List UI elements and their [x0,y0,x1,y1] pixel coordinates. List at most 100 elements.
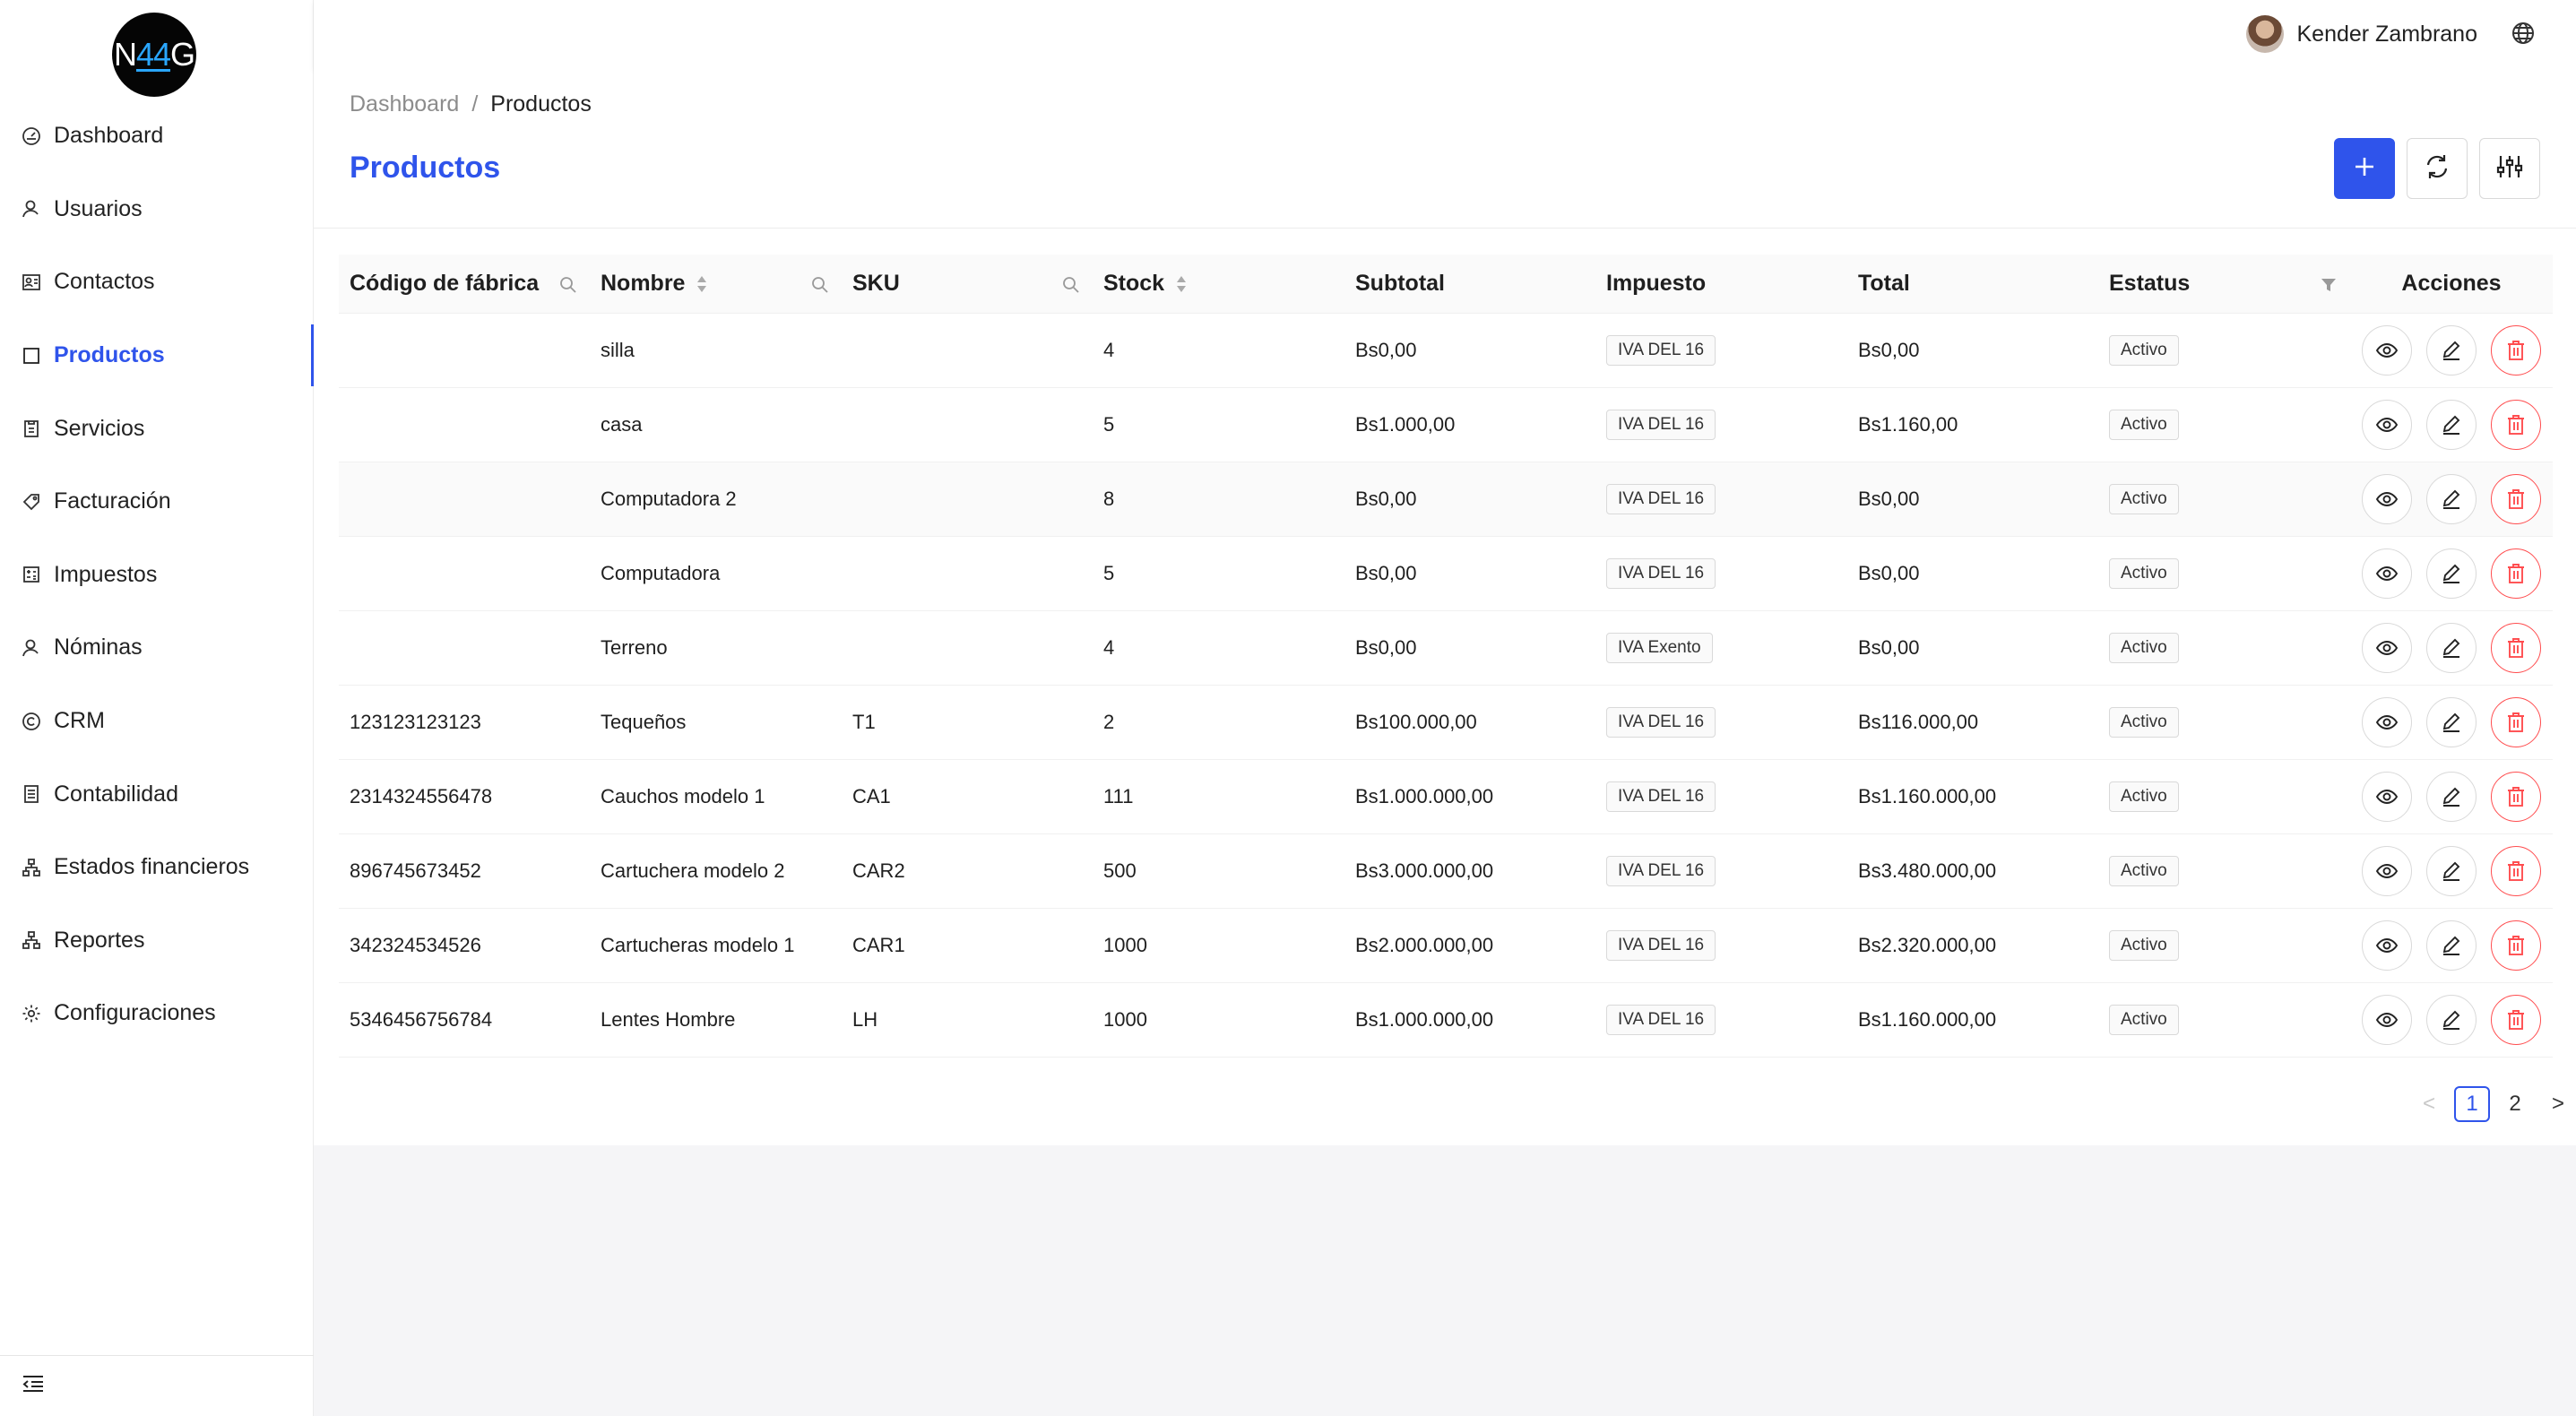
search-icon[interactable] [811,274,829,300]
cell-nombre: silla [601,339,635,361]
sidebar-item-reportes[interactable]: Reportes [0,904,314,978]
avatar [2246,15,2285,53]
row-actions [2362,623,2541,673]
trash-icon [2505,785,2527,808]
cell-stock: 5 [1103,413,1115,436]
delete-button[interactable] [2491,400,2541,450]
sidebar-item-contactos[interactable]: Contactos [0,246,314,319]
cell-total: Bs2.320.000,00 [1858,934,1997,956]
logo[interactable]: N 44 G [112,13,196,97]
cell-subtotal: Bs0,00 [1355,636,1417,659]
table-body: silla 4 Bs0,00 IVA DEL 16 Bs0,00 Activo casa 5 B… [339,314,2553,1058]
delete-button[interactable] [2491,697,2541,747]
view-button[interactable] [2362,325,2412,376]
edit-button[interactable] [2426,995,2477,1045]
delete-button[interactable] [2491,548,2541,599]
cluster-icon [22,858,41,877]
table-row: 2314324556478 Cauchos modelo 1 CA1 111 Bs1.0… [339,760,2553,834]
cell-codigo [339,611,590,686]
delete-button[interactable] [2491,474,2541,524]
filter-icon[interactable] [2320,274,2338,300]
edit-button[interactable] [2426,772,2477,822]
cell-impuesto: IVA DEL 16 [1595,462,1847,537]
cell-nombre: Cauchos modelo 1 [601,785,765,807]
next-page-button[interactable]: > [2540,1086,2576,1122]
page-1-button[interactable]: 1 [2454,1086,2490,1122]
edit-button[interactable] [2426,697,2477,747]
page-2-button[interactable]: 2 [2497,1086,2533,1122]
delete-button[interactable] [2491,995,2541,1045]
cell-stock: 8 [1103,488,1115,510]
sidebar-item-crm[interactable]: CRM [0,685,314,758]
cell-estatus: Activo [2098,686,2350,760]
delete-button[interactable] [2491,772,2541,822]
sidebar-item-estados-financieros[interactable]: Estados financieros [0,831,314,904]
cell-stock: 111 [1103,785,1134,807]
edit-button[interactable] [2426,623,2477,673]
edit-button[interactable] [2426,474,2477,524]
column-header-nombre[interactable]: Nombre [590,255,842,314]
view-button[interactable] [2362,846,2412,896]
tax-tag: IVA DEL 16 [1606,781,1716,812]
cell-subtotal: Bs100.000,00 [1355,711,1477,733]
pencil-icon [2440,488,2463,511]
edit-button[interactable] [2426,325,2477,376]
view-button[interactable] [2362,623,2412,673]
sidebar-item-label: Productos [54,342,165,368]
cell-stock: 4 [1103,339,1115,361]
delete-button[interactable] [2491,846,2541,896]
cell-total: Bs0,00 [1858,636,1920,659]
view-button[interactable] [2362,772,2412,822]
sidebar-item-usuarios[interactable]: Usuarios [0,173,314,246]
sidebar-item-nominas[interactable]: Nóminas [0,611,314,685]
delete-button[interactable] [2491,623,2541,673]
view-button[interactable] [2362,697,2412,747]
sidebar-collapse-button[interactable] [0,1355,314,1416]
cell-total: Bs0,00 [1858,488,1920,510]
edit-button[interactable] [2426,920,2477,971]
sidebar-item-dashboard[interactable]: Dashboard [0,99,314,173]
tax-tag: IVA DEL 16 [1606,335,1716,366]
prev-page-button[interactable]: < [2411,1086,2447,1122]
sidebar-item-contabilidad[interactable]: Contabilidad [0,757,314,831]
cell-codigo [339,537,590,611]
cell-estatus: Activo [2098,983,2350,1058]
refresh-button[interactable] [2407,138,2468,199]
column-header-stock[interactable]: Stock [1093,255,1344,314]
cell-estatus: Activo [2098,760,2350,834]
refresh-icon [2423,152,2451,186]
view-button[interactable] [2362,920,2412,971]
row-actions [2362,325,2541,376]
sort-icon[interactable] [696,274,708,294]
delete-button[interactable] [2491,920,2541,971]
sidebar-item-productos[interactable]: Productos [0,319,314,393]
globe-icon[interactable] [2510,20,2537,47]
cell-sku [842,314,1093,388]
column-settings-button[interactable] [2479,138,2540,199]
sidebar-item-impuestos[interactable]: Impuestos [0,539,314,612]
view-button[interactable] [2362,995,2412,1045]
view-button[interactable] [2362,400,2412,450]
view-button[interactable] [2362,548,2412,599]
edit-button[interactable] [2426,846,2477,896]
cell-codigo [339,388,590,462]
edit-button[interactable] [2426,400,2477,450]
sort-icon[interactable] [1175,274,1188,294]
sidebar-item-facturacion[interactable]: Facturación [0,465,314,539]
cell-impuesto: IVA DEL 16 [1595,314,1847,388]
cell-sku [842,462,1093,537]
status-badge: Activo [2109,335,2179,366]
cell-acciones [2350,834,2553,909]
search-icon[interactable] [559,274,577,300]
sidebar-item-servicios[interactable]: Servicios [0,392,314,465]
search-icon[interactable] [1062,274,1080,300]
sidebar-item-configuraciones[interactable]: Configuraciones [0,977,314,1050]
edit-button[interactable] [2426,548,2477,599]
delete-button[interactable] [2491,325,2541,376]
add-button[interactable] [2334,138,2395,199]
view-button[interactable] [2362,474,2412,524]
breadcrumb-root[interactable]: Dashboard [350,91,459,117]
sidebar-item-label: Contabilidad [54,781,178,807]
pencil-icon [2440,636,2463,660]
user-menu[interactable]: Kender Zambrano [2246,14,2477,54]
